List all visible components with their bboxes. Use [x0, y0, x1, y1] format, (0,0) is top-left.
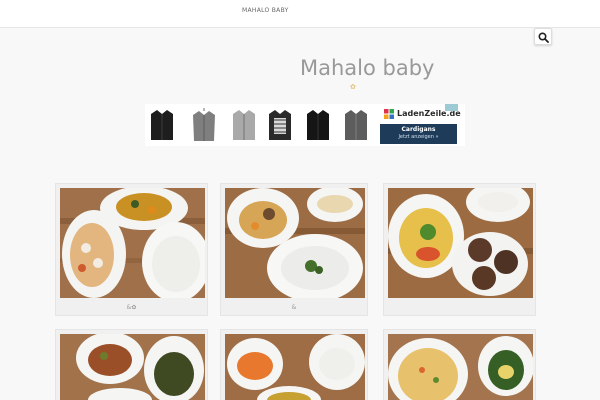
post-caption: &	[291, 304, 297, 311]
search-icon	[538, 32, 549, 43]
post-thumbnail[interactable]	[60, 188, 205, 298]
product-image[interactable]	[267, 108, 293, 142]
post-card[interactable]	[383, 183, 536, 316]
post-thumbnail[interactable]	[388, 334, 533, 400]
food-photo	[225, 334, 365, 400]
post-card[interactable]	[220, 329, 368, 400]
post-caption: &✿	[126, 304, 137, 311]
food-photo	[225, 188, 365, 298]
post-card[interactable]: &	[220, 183, 368, 316]
ad-banner[interactable]: LadenZeile.de Cardigans Jetzt anzeigen »	[145, 104, 465, 146]
product-image[interactable]	[231, 108, 257, 142]
product-image[interactable]	[343, 108, 369, 142]
ad-product-label: Cardigans	[401, 126, 436, 133]
brand-logo-icon	[384, 109, 394, 119]
post-thumbnail[interactable]	[60, 334, 205, 400]
top-navigation-bar: MAHALO BABY	[0, 0, 600, 28]
product-image[interactable]	[149, 108, 175, 142]
title-decoration-icon: ✿	[350, 83, 356, 91]
post-card[interactable]	[55, 329, 208, 400]
food-photo	[60, 188, 205, 298]
site-title[interactable]: Mahalo baby	[300, 56, 434, 80]
food-photo	[388, 334, 533, 400]
search-button[interactable]	[534, 28, 552, 45]
post-card[interactable]	[383, 329, 536, 400]
product-image[interactable]	[191, 108, 217, 142]
post-thumbnail[interactable]	[388, 188, 533, 298]
post-thumbnail[interactable]	[225, 188, 365, 298]
ad-choices-badge[interactable]	[445, 104, 458, 111]
product-image[interactable]	[305, 108, 331, 142]
ad-cta-button[interactable]: Cardigans Jetzt anzeigen »	[380, 124, 457, 144]
post-thumbnail[interactable]	[225, 334, 365, 400]
food-photo	[60, 334, 205, 400]
post-card[interactable]: &✿	[55, 183, 208, 316]
ad-cta-label: Jetzt anzeigen »	[398, 134, 439, 140]
nav-home-link[interactable]: MAHALO BABY	[242, 7, 289, 14]
food-photo	[388, 188, 533, 298]
